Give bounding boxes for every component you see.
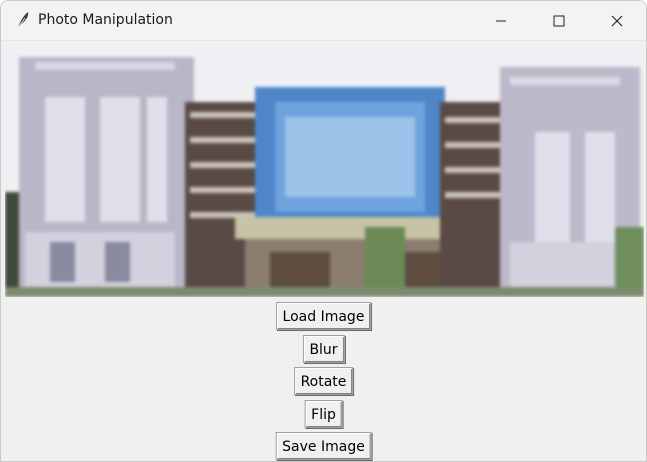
feather-icon bbox=[13, 10, 33, 30]
flip-button[interactable]: Flip bbox=[304, 400, 343, 428]
blur-button[interactable]: Blur bbox=[302, 335, 345, 363]
window-title: Photo Manipulation bbox=[38, 12, 173, 28]
close-icon bbox=[611, 15, 623, 27]
building-photo bbox=[5, 42, 644, 297]
maximize-icon bbox=[553, 15, 565, 27]
close-button[interactable] bbox=[594, 1, 640, 40]
minimize-button[interactable] bbox=[478, 1, 524, 40]
save-image-button[interactable]: Save Image bbox=[275, 432, 372, 460]
title-bar[interactable]: Photo Manipulation bbox=[1, 1, 646, 41]
maximize-button[interactable] bbox=[536, 1, 582, 40]
image-display bbox=[5, 42, 644, 297]
app-window: Photo Manipulation Load Image Blur Rotat… bbox=[0, 0, 647, 462]
rotate-button[interactable]: Rotate bbox=[293, 367, 354, 395]
load-image-button[interactable]: Load Image bbox=[275, 302, 372, 330]
minimize-icon bbox=[495, 15, 507, 27]
